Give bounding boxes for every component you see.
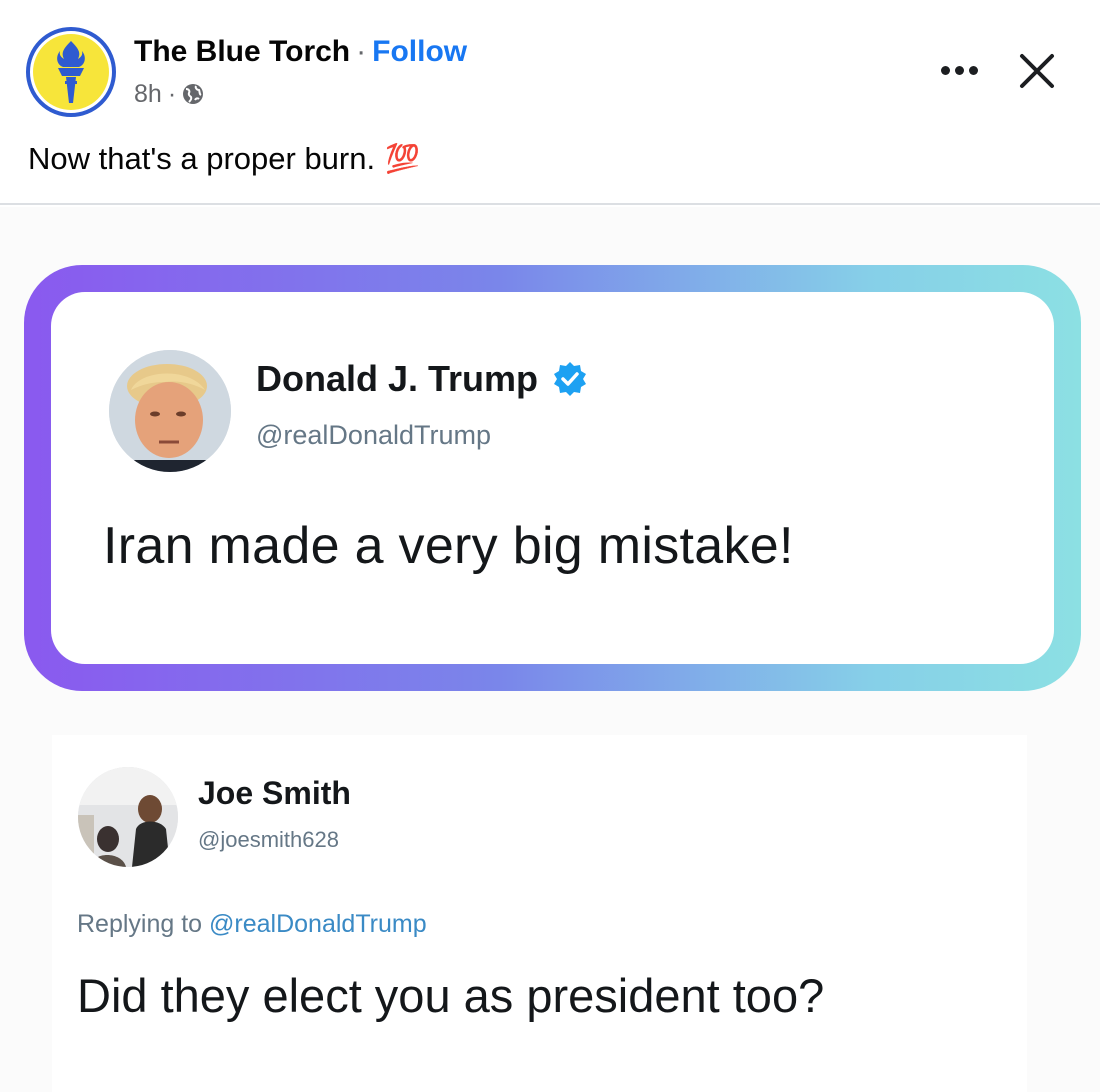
tweet-author-name: Donald J. Trump — [256, 358, 539, 399]
verified-badge-icon — [552, 361, 588, 397]
reply-text: Did they elect you as president too? — [77, 969, 825, 1022]
post-meta: 8h · — [134, 78, 204, 110]
post-image[interactable]: Donald J. Trump @realDonaldTrump Iran ma… — [0, 207, 1100, 1092]
reply-author-handle: @joesmith628 — [198, 827, 339, 852]
post-time[interactable]: 8h — [134, 78, 162, 110]
reply-author-avatar — [78, 767, 178, 867]
torch-icon — [33, 34, 109, 110]
globe-icon — [182, 83, 204, 105]
hundred-points-emoji: 💯 — [385, 143, 420, 174]
follow-button[interactable]: Follow — [372, 35, 467, 68]
tweet-author-handle: @realDonaldTrump — [256, 420, 491, 450]
reply-card: Joe Smith @joesmith628 Replying to @real… — [52, 735, 1027, 1092]
tweet-author-avatar — [109, 350, 231, 472]
reply-author-name: Joe Smith — [198, 775, 351, 811]
replying-to-prefix: Replying to — [77, 910, 203, 938]
caption-text: Now that's a proper burn. — [28, 141, 376, 176]
name-separator: · — [356, 35, 367, 68]
tweet-name-row: Donald J. Trump — [256, 358, 588, 400]
replying-to-line: Replying to @realDonaldTrump — [77, 910, 427, 939]
replying-to-handle: @realDonaldTrump — [209, 910, 427, 938]
tweet-card: Donald J. Trump @realDonaldTrump Iran ma… — [51, 292, 1054, 664]
page-name[interactable]: The Blue Torch — [134, 35, 350, 68]
meta-separator: · — [167, 80, 177, 108]
page-name-row: The Blue Torch · Follow — [134, 32, 467, 72]
post-caption: Now that's a proper burn. 💯 — [28, 138, 420, 180]
post-header: The Blue Torch · Follow 8h · Now that's a … — [0, 0, 1100, 205]
more-options-icon[interactable] — [934, 52, 984, 88]
tweet-gradient-frame: Donald J. Trump @realDonaldTrump Iran ma… — [24, 265, 1081, 691]
page-avatar[interactable] — [26, 27, 116, 117]
tweet-text: Iran made a very big mistake! — [103, 517, 794, 575]
close-icon[interactable] — [1012, 46, 1062, 96]
